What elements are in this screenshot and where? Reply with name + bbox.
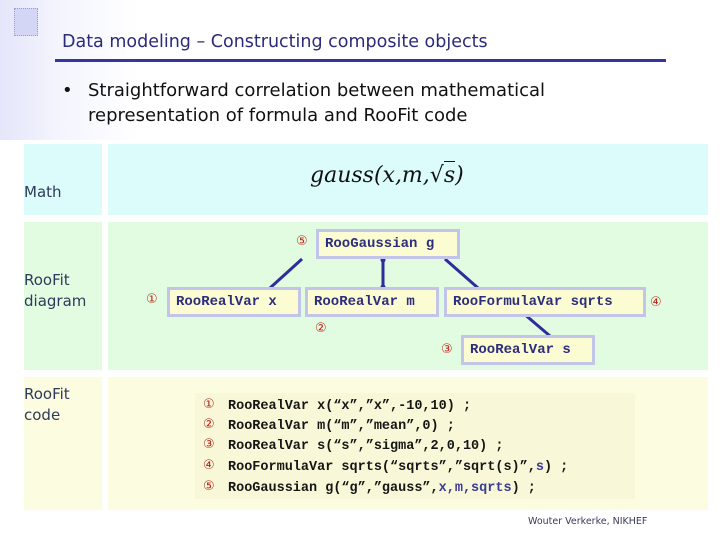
code-line-5-args: x,m,sqrts: [438, 481, 512, 496]
diagram-label-line-2: diagram: [24, 292, 87, 310]
math-row-label: Math: [24, 183, 62, 201]
slide-title: Data modeling – Constructing composite o…: [62, 32, 488, 52]
code-step-3: ③: [203, 437, 215, 452]
bullet-marker: •: [62, 80, 73, 101]
node-roorealvar-x: RooRealVar x: [167, 287, 301, 317]
code-step-1: ①: [203, 397, 215, 412]
title-underline: [55, 59, 666, 62]
node-roogaussian-g: RooGaussian g: [316, 229, 460, 259]
step-3-marker: ③: [441, 342, 453, 357]
formula-suffix: ): [455, 163, 464, 188]
code-label-line-2: code: [24, 406, 61, 424]
code-row-label: RooFit code: [24, 384, 102, 426]
sqrt-sign: √: [429, 163, 444, 188]
diagram-row-label: RooFit diagram: [24, 270, 102, 312]
code-line-5-post: ) ;: [511, 481, 536, 496]
code-line-2: RooRealVar m(“m”,”mean”,0) ;: [228, 419, 455, 434]
bullet-line-1: Straightforward correlation between math…: [88, 80, 546, 101]
code-line-4-args: s: [535, 460, 544, 475]
code-step-5: ⑤: [203, 479, 215, 494]
math-formula: gauss(x,m,√s): [310, 161, 464, 188]
code-step-4: ④: [203, 458, 215, 473]
code-line-4: RooFormulaVar sqrts(“sqrts”,”sqrt(s)”,s)…: [228, 458, 568, 478]
code-line-5-pre: RooGaussian g(“g”,”gauss”,: [228, 481, 439, 496]
footer-author: Wouter Verkerke, NIKHEF: [528, 516, 648, 527]
step-5-marker: ⑤: [296, 234, 308, 249]
node-rooformulavar-sqrts: RooFormulaVar sqrts: [444, 287, 646, 317]
bullet-line-2: representation of formula and RooFit cod…: [88, 105, 468, 126]
code-step-2: ②: [203, 417, 215, 432]
logo-icon: [14, 8, 38, 36]
step-4-marker: ④: [650, 295, 662, 310]
code-line-1: RooRealVar x(“x”,”x”,-10,10) ;: [228, 399, 472, 414]
step-2-marker: ②: [315, 321, 327, 336]
math-label-cell: [24, 144, 102, 215]
bullet-text: Straightforward correlation between math…: [88, 78, 688, 128]
code-line-3: RooRealVar s(“s”,”sigma”,2,0,10) ;: [228, 439, 504, 454]
code-line-4-post: ) ;: [543, 460, 569, 475]
node-roorealvar-s: RooRealVar s: [461, 335, 595, 365]
step-1-marker: ①: [146, 292, 158, 307]
diagram-label-line-1: RooFit: [24, 271, 70, 289]
code-line-5: RooGaussian g(“g”,”gauss”,x,m,sqrts) ;: [228, 479, 536, 499]
node-roorealvar-m: RooRealVar m: [305, 287, 439, 317]
code-line-4-pre: RooFormulaVar sqrts(“sqrts”,”sqrt(s)”,: [228, 460, 536, 475]
formula-radicand: s: [443, 161, 456, 188]
formula-prefix: gauss(x,m,: [310, 163, 430, 188]
code-label-line-1: RooFit: [24, 385, 70, 403]
